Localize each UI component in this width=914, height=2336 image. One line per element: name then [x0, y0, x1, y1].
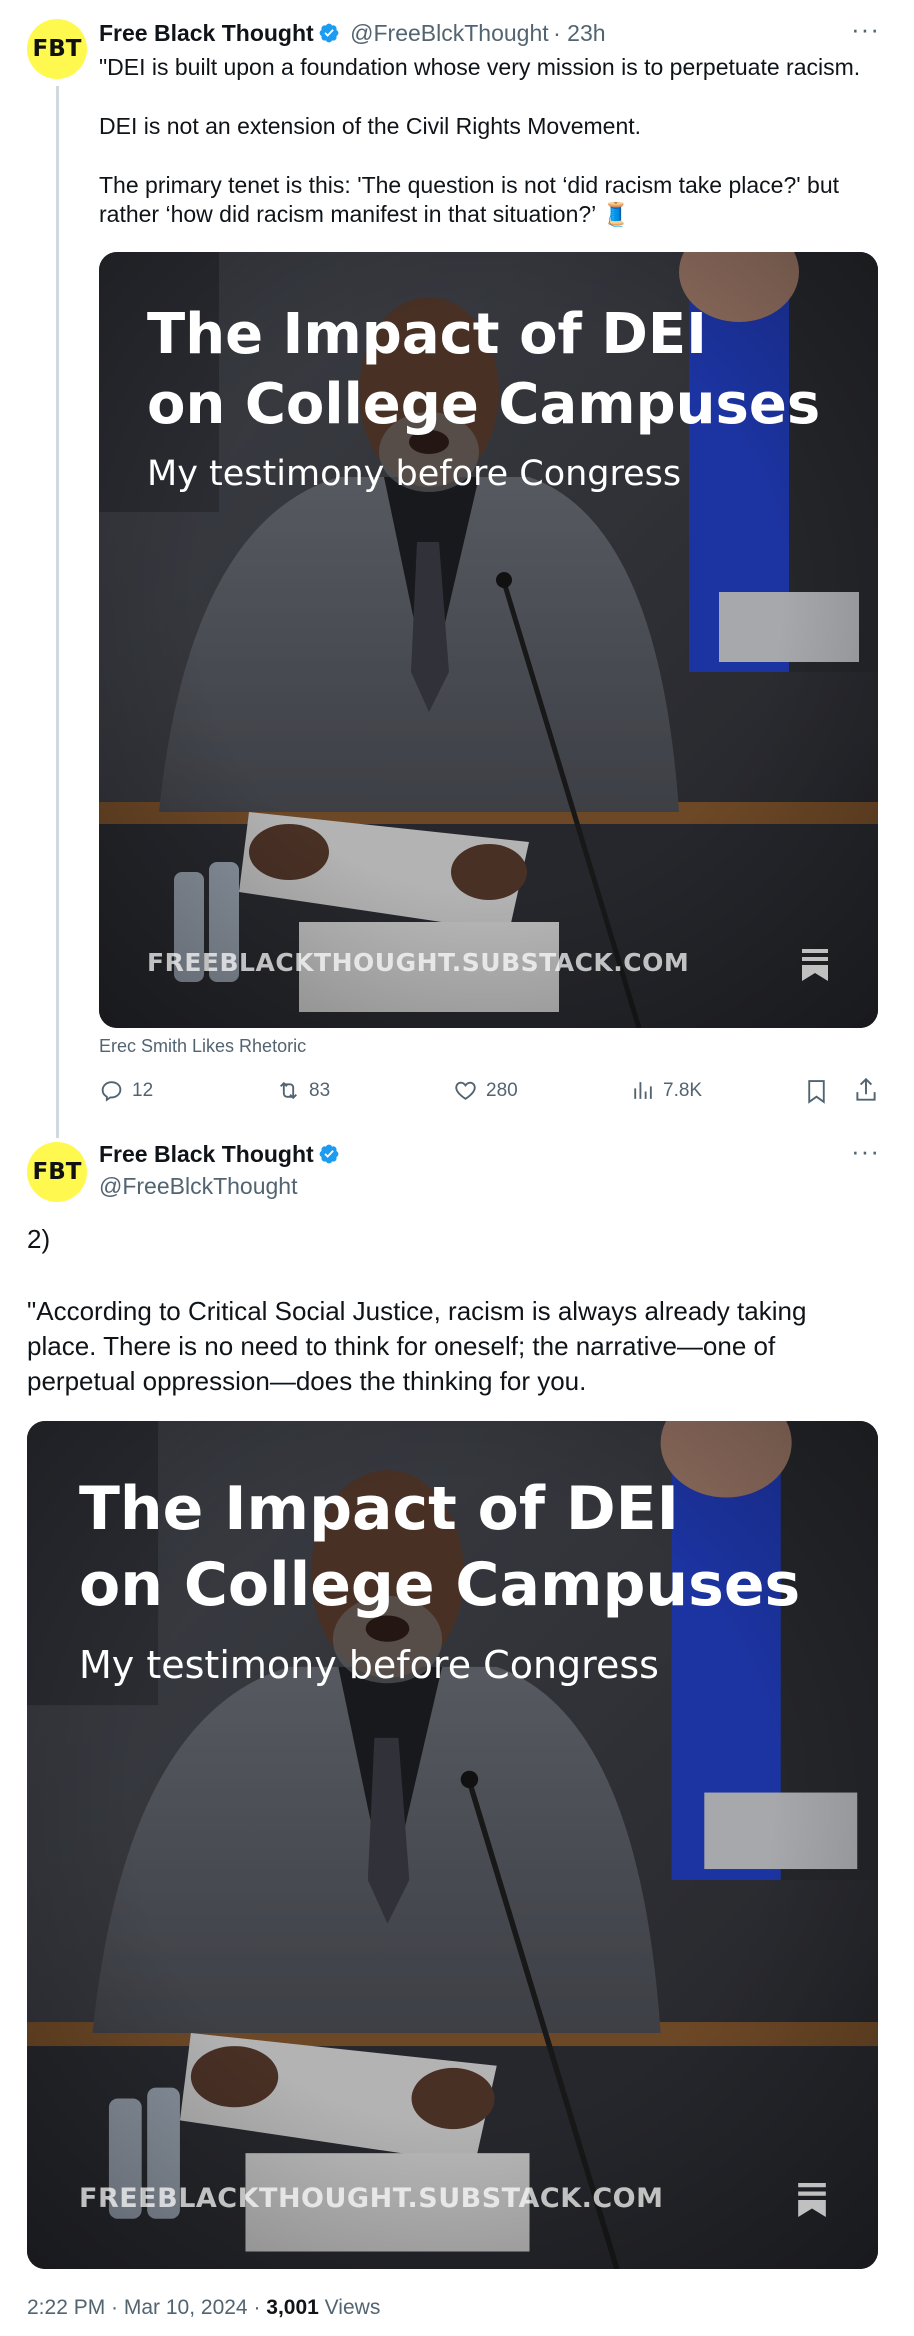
retweet-icon [280, 1081, 297, 1100]
avatar[interactable]: FBT [27, 1142, 87, 1202]
like-count: 280 [486, 1079, 518, 1101]
tweet-text-line: The primary tenet is this: 'The question… [99, 172, 840, 198]
author-name[interactable]: Free Black Thought [99, 1141, 314, 1167]
card-subtitle: My testimony before Congress [79, 1643, 659, 1687]
tweet-time[interactable]: · 23h [553, 20, 605, 46]
substack-bookmark-icon [798, 2183, 826, 2217]
verified-badge-icon [319, 1144, 339, 1164]
more-options-button[interactable]: ··· [851, 14, 880, 45]
views-label: Views [318, 2296, 381, 2319]
tweet-text-line: "According to Critical Social Justice, r… [27, 1296, 807, 1326]
avatar-text: FBT [32, 1159, 82, 1185]
card-caption[interactable]: Erec Smith Likes Rhetoric [99, 1036, 306, 1057]
tweet-header: Free Black Thought @FreeBlckThought · 23… [99, 20, 606, 47]
tweet-text: "DEI is built upon a foundation whose ve… [99, 53, 860, 229]
retweet-count: 83 [309, 1079, 331, 1101]
views-count: 3,001 [266, 2296, 319, 2319]
share-icon[interactable] [853, 1076, 879, 1104]
tweet-number: 2) [27, 1224, 51, 1254]
views-count: 7.8K [663, 1079, 703, 1101]
tweet-text-line: rather ‘how did racism manifest in that … [99, 201, 631, 227]
author-handle[interactable]: @FreeBlckThought [350, 20, 549, 46]
reply-icon [101, 1081, 122, 1102]
avatar[interactable]: FBT [27, 19, 87, 79]
verified-badge-icon [319, 23, 339, 43]
thread-line [56, 86, 59, 1138]
card-site-label: FREEBLACKTHOUGHT.SUBSTACK.COM [147, 948, 690, 977]
tweet-text: "According to Critical Social Justice, r… [27, 1294, 806, 1399]
author-name[interactable]: Free Black Thought [99, 20, 314, 46]
tweet-text-line: DEI is not an extension of the Civil Rig… [99, 113, 642, 139]
tweet-text-line: perpetual oppression—does the thinking f… [27, 1366, 587, 1396]
substack-bookmark-icon [802, 949, 828, 981]
link-card-image[interactable]: The Impact of DEI on College Campuses My… [27, 1421, 878, 2269]
reply-button[interactable]: 12 [99, 1078, 153, 1103]
views-icon [634, 1082, 652, 1099]
card-subtitle: My testimony before Congress [147, 454, 682, 494]
avatar-text: FBT [32, 36, 82, 62]
card-site-label: FREEBLACKTHOUGHT.SUBSTACK.COM [79, 2183, 664, 2214]
reply-count: 12 [132, 1079, 154, 1101]
bookmark-icon[interactable] [804, 1078, 829, 1105]
card-title: The Impact of DEI on College Campuses [147, 300, 820, 440]
card-title-line: on College Campuses [79, 1550, 801, 1620]
tweet-timestamp[interactable]: 2:22 PM · Mar 10, 2024 · [27, 2296, 266, 2319]
card-title-line: The Impact of DEI [147, 302, 707, 367]
tweet-text-line: place. There is no need to think for one… [27, 1331, 776, 1361]
tweet-header: Free Black Thought [99, 1141, 340, 1168]
retweet-button[interactable]: 83 [276, 1078, 330, 1103]
tweet-text-line: "DEI is built upon a foundation whose ve… [99, 54, 861, 80]
link-card-image[interactable]: The Impact of DEI on College Campuses My… [99, 252, 878, 1028]
like-icon [455, 1081, 476, 1100]
more-options-button[interactable]: ··· [851, 1136, 880, 1167]
like-button[interactable]: 280 [453, 1078, 518, 1103]
card-title-line: The Impact of DEI [79, 1474, 679, 1544]
views-button[interactable]: 7.8K [630, 1078, 702, 1103]
author-handle[interactable]: @FreeBlckThought [99, 1173, 298, 1200]
card-title-line: on College Campuses [147, 372, 821, 437]
tweet-timestamp-footer: 2:22 PM · Mar 10, 2024 · 3,001 Views [27, 2296, 380, 2320]
card-title: The Impact of DEI on College Campuses [79, 1471, 800, 1623]
